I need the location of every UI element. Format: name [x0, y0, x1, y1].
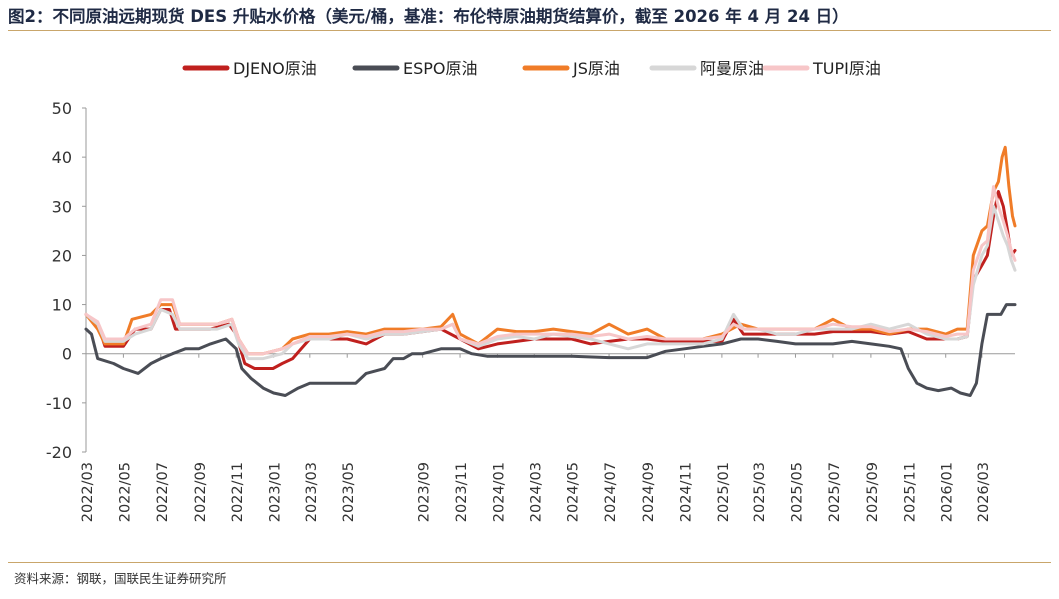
x-tick-label: 2022/09 — [193, 462, 209, 522]
legend-label-4: 阿曼原油 — [700, 59, 764, 78]
x-tick-label: 2025/09 — [865, 462, 881, 522]
y-tick-label: 10 — [52, 296, 72, 315]
x-tick-label: 2025/03 — [752, 462, 768, 522]
legend-label-5: TUPI原油 — [812, 59, 881, 78]
x-tick-label: 2024/01 — [491, 462, 507, 522]
x-axis: 2022/03 2022/05 2022/07 2022/09 2022/11 2023/… — [80, 353, 1015, 522]
x-tick-label: 2022/05 — [117, 462, 133, 522]
line-chart: DJENO原油 ESPO原油 JS原油 阿曼原油 TUPI原油 50 40 30 20 10 0 -… — [46, 59, 1017, 522]
x-tick-label: 2026/01 — [940, 462, 956, 522]
y-tick-label: -10 — [46, 394, 72, 413]
x-tick-label: 2024/05 — [566, 462, 582, 522]
y-tick-label: 50 — [52, 99, 72, 118]
x-tick-label: 2024/07 — [603, 462, 619, 522]
x-tick-label: 2024/11 — [678, 462, 694, 522]
series-line-4 — [84, 204, 1017, 361]
x-tick-label: 2025/11 — [902, 462, 918, 522]
x-tick-label: 2025/05 — [789, 462, 805, 522]
y-tick-label: 30 — [52, 197, 72, 216]
y-tick-label: -20 — [46, 443, 72, 462]
x-tick-label: 2022/03 — [80, 462, 96, 522]
legend: DJENO原油 ESPO原油 JS原油 阿曼原油 TUPI原油 — [182, 59, 881, 78]
x-tick-label: 2022/07 — [155, 462, 171, 522]
x-tick-label: 2023/09 — [417, 462, 433, 522]
series-line-2 — [84, 303, 1017, 397]
series-line-1 — [84, 190, 1017, 370]
y-axis: 50 40 30 20 10 0 -10 -20 — [46, 99, 87, 462]
x-tick-label: 2025/01 — [716, 462, 732, 522]
footer-divider — [8, 562, 1051, 563]
x-tick-label: 2026/03 — [976, 462, 992, 522]
x-tick-label: 2023/03 — [304, 462, 320, 522]
source-note: 资料来源：钢联，国联民生证券研究所 — [14, 571, 227, 586]
y-tick-label: 40 — [52, 148, 72, 167]
x-tick-label: 2025/07 — [827, 462, 843, 522]
legend-label-3: JS原油 — [572, 59, 620, 78]
y-tick-label: 20 — [52, 246, 72, 265]
legend-label-2: ESPO原油 — [403, 59, 478, 78]
x-tick-label: 2023/11 — [454, 462, 470, 522]
x-tick-label: 2023/01 — [268, 462, 284, 522]
x-tick-label: 2024/03 — [528, 462, 544, 522]
y-tick-label: 0 — [62, 345, 72, 364]
series-layer — [84, 145, 1017, 397]
x-tick-label: 2024/09 — [641, 462, 657, 522]
legend-label-1: DJENO原油 — [233, 59, 317, 78]
x-tick-label: 2022/11 — [230, 462, 246, 522]
x-tick-label: 2023/05 — [341, 462, 357, 522]
